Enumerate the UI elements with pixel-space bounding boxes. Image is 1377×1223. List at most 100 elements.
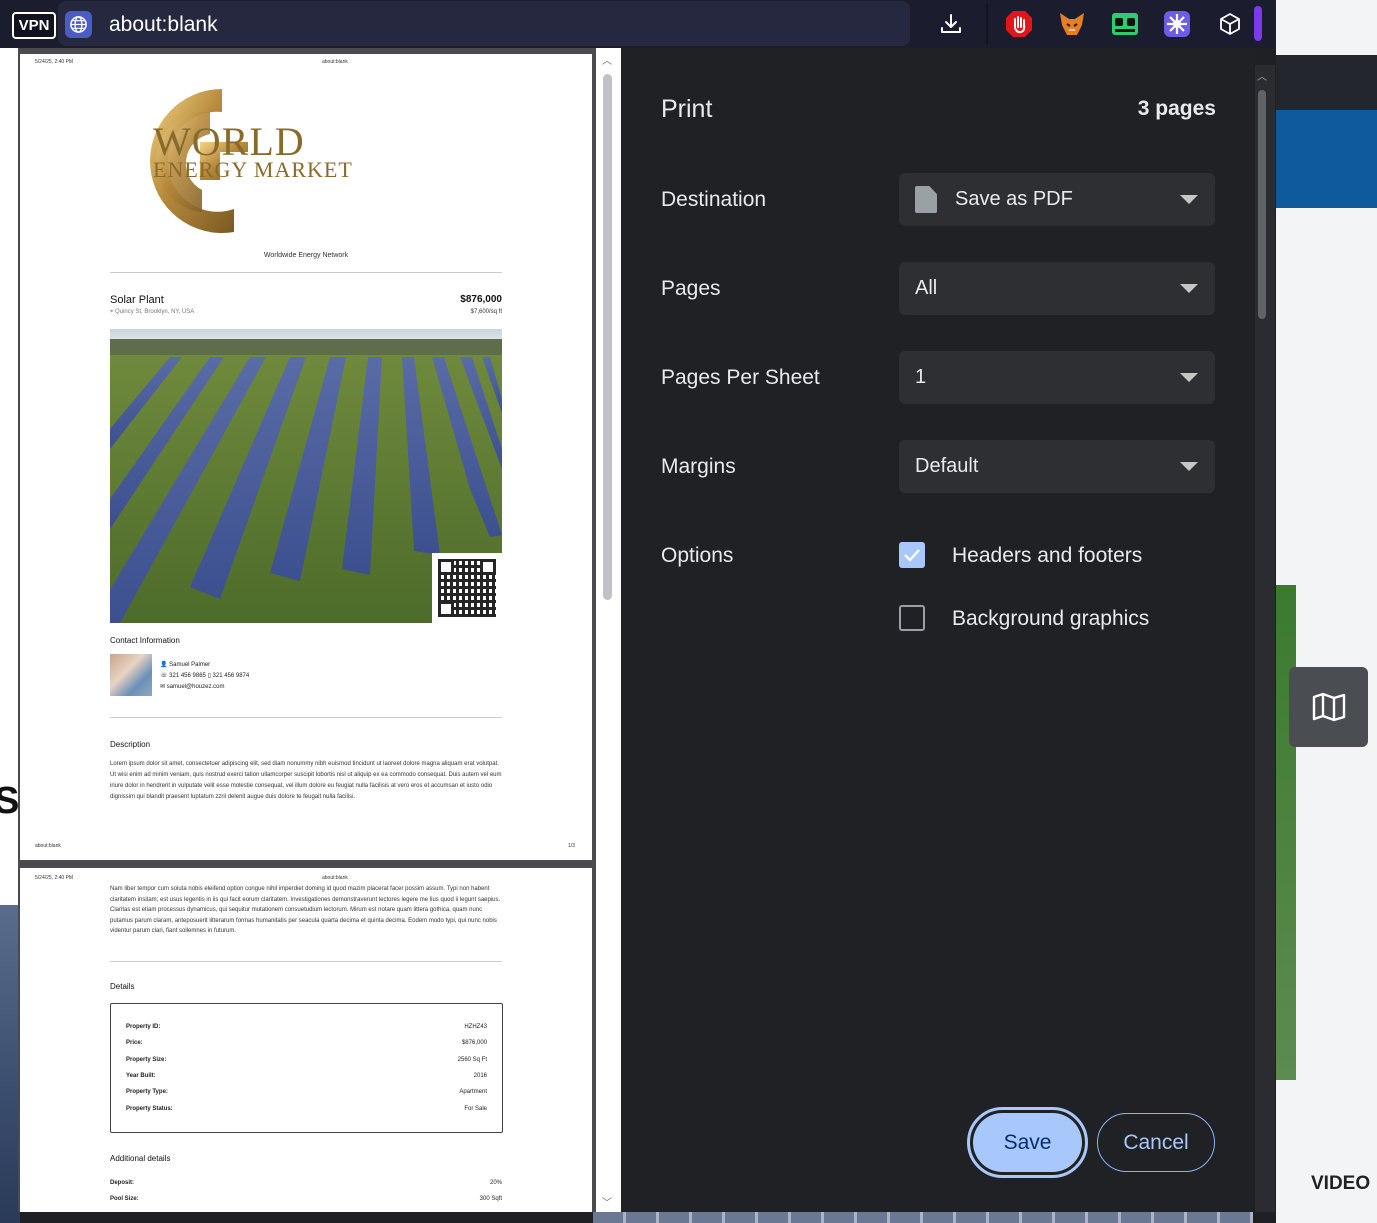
details-row: Price: $876,000 [126, 1040, 487, 1046]
page-header-date: 5/24/25, 2:40 PM [35, 59, 74, 65]
pages-per-sheet-select[interactable]: 1 [899, 351, 1215, 404]
details-row: Property ID: HZHZ43 [126, 1024, 487, 1030]
chevron-down-icon [1180, 373, 1198, 382]
scroll-up-icon[interactable]: ︿ [602, 52, 612, 67]
map-button[interactable] [1289, 667, 1368, 747]
profile-indicator[interactable] [1254, 6, 1262, 41]
listing-address: ⌖ Quincy St, Brooklyn, NY, USA [110, 309, 194, 316]
cancel-button[interactable]: Cancel [1097, 1113, 1215, 1172]
preview-page-1: 5/24/25, 2:40 PM about:blank WORLD ENERG… [20, 54, 592, 860]
margins-select[interactable]: Default [899, 440, 1215, 493]
listing-address-text: Quincy St, Brooklyn, NY, USA [115, 309, 195, 315]
details-table: Property ID: HZHZ43 Price: $876,000 Proper… [110, 1003, 503, 1133]
email-icon: ✉ [160, 684, 167, 690]
gear-badge-icon[interactable] [1163, 10, 1191, 38]
destination-select[interactable]: Save as PDF [899, 173, 1215, 226]
save-button[interactable]: Save [967, 1107, 1088, 1178]
background-image [1276, 585, 1296, 1080]
pages-value: All [915, 277, 938, 299]
listing-price-sqft: $7,600/sq ft [470, 309, 502, 315]
globe-icon[interactable] [65, 11, 92, 38]
contact-name: 👤 Samuel Palmer [160, 661, 210, 668]
print-title: Print [661, 95, 713, 123]
destination-label: Destination [661, 188, 767, 211]
settings-scroll-thumb[interactable] [1258, 90, 1266, 319]
document-icon [915, 186, 937, 213]
print-preview: 5/24/25, 2:40 PM about:blank WORLD ENERG… [18, 48, 621, 1212]
additional-row: Pool Size: 300 Sqft [110, 1196, 502, 1202]
page-header-title: about:blank [322, 59, 348, 65]
background-video-label: VIDEO [1311, 1173, 1371, 1194]
details-row: Property Status: For Sale [126, 1106, 487, 1112]
details-row: Property Size: 2560 Sq Ft [126, 1057, 487, 1063]
page-footer-number: 1/3 [568, 843, 575, 849]
contact-name-text: Samuel Palmer [169, 662, 211, 668]
scroll-up-icon[interactable]: ︿ [1257, 68, 1267, 83]
additional-details-heading: Additional details [110, 1154, 171, 1163]
divider [110, 717, 502, 718]
page2-text: Nam liber tempor cum soluta nobis eleife… [110, 886, 501, 934]
details-heading: Details [110, 982, 135, 991]
background-graphics-label[interactable]: Background graphics [952, 607, 1149, 631]
destination-value: Save as PDF [955, 188, 1073, 210]
checkmark-icon [904, 549, 920, 562]
eyes-icon[interactable] [1111, 10, 1139, 38]
browser-toolbar: VPN about:blank [0, 0, 1275, 48]
page-header-title: about:blank [322, 875, 348, 881]
scroll-down-icon[interactable]: ﹀ [602, 1194, 612, 1209]
headers-footers-checkbox[interactable] [899, 542, 925, 568]
background-navbar [1276, 55, 1377, 110]
pages-per-sheet-value: 1 [915, 366, 927, 388]
page-footer-url: about:blank [35, 843, 61, 849]
contact-email-text: samuel@houzez.com [166, 684, 225, 690]
description-heading: Description [110, 740, 151, 749]
preview-page-2: 5/24/25, 2:40 PM about:blank Nam liber t… [20, 868, 592, 1212]
background-solar-image [0, 905, 20, 1223]
download-icon[interactable] [937, 10, 965, 38]
margins-value: Default [915, 455, 979, 477]
vpn-button[interactable]: VPN [12, 12, 56, 39]
details-row: Year Built: 2016 [126, 1073, 487, 1079]
contact-mobile-text: 321 456 9874 [212, 673, 250, 679]
listing-photo [110, 329, 502, 623]
margins-label: Margins [661, 455, 736, 478]
chevron-down-icon [1180, 195, 1198, 204]
details-row: Property Type: Apartment [126, 1089, 487, 1095]
contact-email: ✉ samuel@houzez.com [160, 683, 225, 690]
pages-label: Pages [661, 277, 721, 300]
listing-price: $876,000 [460, 294, 502, 305]
agent-avatar [110, 654, 152, 696]
page-header-date: 5/24/25, 2:40 PM [35, 875, 74, 881]
contact-phones: ☏ 321 456 9865 ▯ 321 456 9874 [160, 672, 249, 679]
hand-stop-icon[interactable] [1005, 10, 1033, 38]
logo-text-line2: ENERGY MARKET [153, 157, 353, 182]
save-button-label: Save [973, 1113, 1082, 1172]
contact-phone-text: 321 456 9865 [169, 673, 206, 679]
user-icon: 👤 [160, 662, 170, 668]
cube-icon[interactable] [1216, 10, 1244, 38]
listing-title: Solar Plant [110, 294, 164, 306]
additional-row: Deposit: 20% [110, 1180, 502, 1186]
page-count: 3 pages [1137, 97, 1216, 120]
tagline: Worldwide Energy Network [263, 252, 349, 259]
preview-scroll-thumb[interactable] [603, 74, 612, 600]
divider [110, 961, 502, 962]
background-banner [1276, 110, 1377, 208]
description-text: Lorem ipsum dolor sit amet, consectetuer… [110, 761, 502, 800]
options-label: Options [661, 544, 734, 567]
map-icon [1312, 692, 1345, 722]
background-graphics-checkbox[interactable] [899, 605, 925, 631]
qr-code[interactable] [432, 553, 502, 623]
divider [110, 272, 502, 273]
preview-scrollbar[interactable]: ︿ ﹀ [596, 48, 621, 1212]
pages-per-sheet-label: Pages Per Sheet [661, 366, 820, 389]
toolbar-separator [986, 4, 988, 44]
background-solar-strip [593, 1211, 1253, 1223]
chevron-down-icon [1180, 284, 1198, 293]
contact-heading: Contact Information [110, 636, 180, 645]
headers-footers-label[interactable]: Headers and footers [952, 544, 1142, 568]
pages-select[interactable]: All [899, 262, 1215, 315]
url-text[interactable]: about:blank [109, 13, 218, 37]
fox-icon[interactable] [1058, 10, 1086, 38]
chevron-down-icon [1180, 462, 1198, 471]
